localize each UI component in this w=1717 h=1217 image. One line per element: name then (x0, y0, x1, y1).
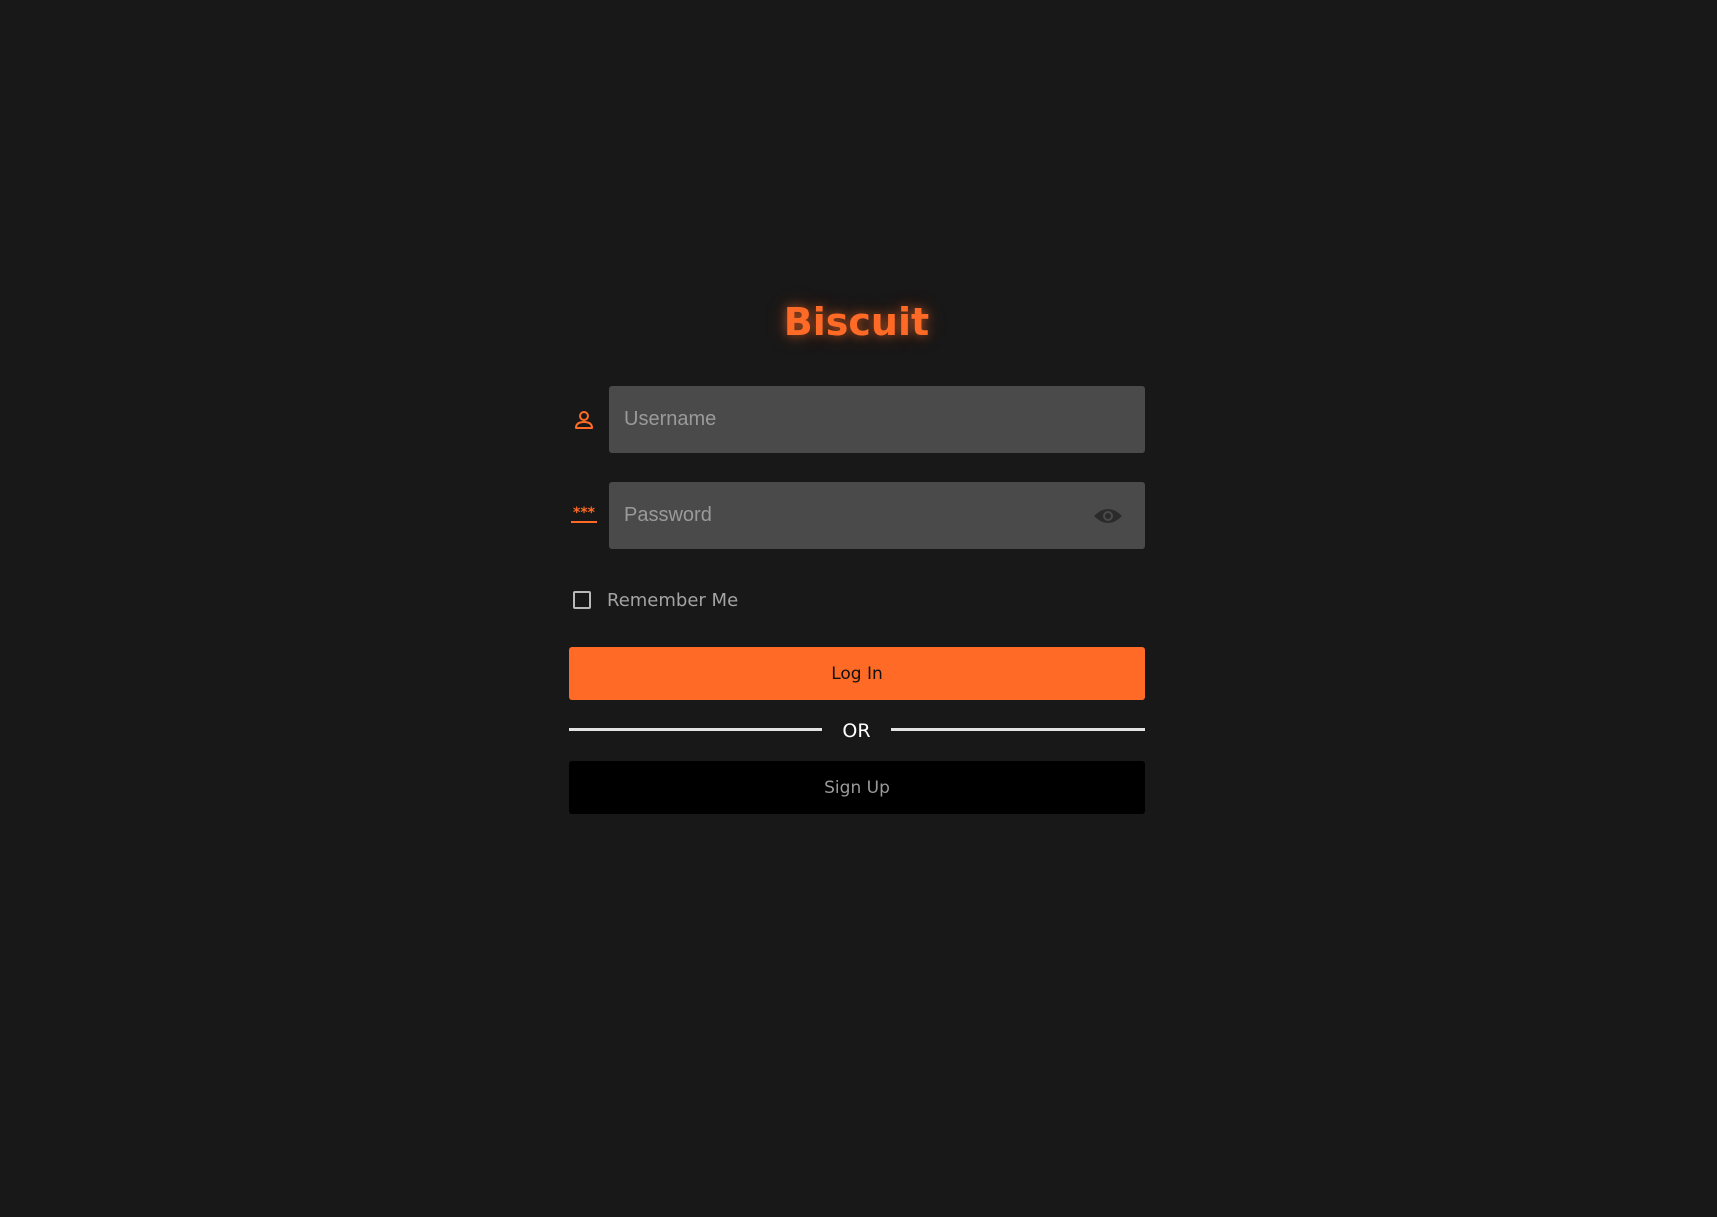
app-title: Biscuit (783, 300, 930, 344)
password-field-box (609, 482, 1145, 549)
svg-text:***: *** (573, 505, 596, 521)
password-row: *** (569, 482, 1145, 549)
username-input[interactable] (609, 386, 1145, 453)
remember-me-label[interactable]: Remember Me (607, 590, 738, 611)
login-button[interactable]: Log In (569, 647, 1145, 700)
username-field-box (609, 386, 1145, 453)
divider-line-left (569, 728, 822, 731)
divider-line-right (891, 728, 1145, 731)
user-icon (569, 386, 599, 453)
login-page: Biscuit *** (0, 0, 1717, 1217)
password-icon: *** (569, 482, 599, 549)
or-divider: OR (569, 716, 1145, 746)
password-input[interactable] (609, 482, 1145, 549)
remember-me: Remember Me (573, 586, 738, 614)
eye-icon[interactable] (1093, 502, 1123, 530)
username-row (569, 386, 1145, 453)
divider-text: OR (842, 720, 871, 742)
remember-me-checkbox[interactable] (573, 591, 591, 609)
signup-button[interactable]: Sign Up (569, 761, 1145, 814)
